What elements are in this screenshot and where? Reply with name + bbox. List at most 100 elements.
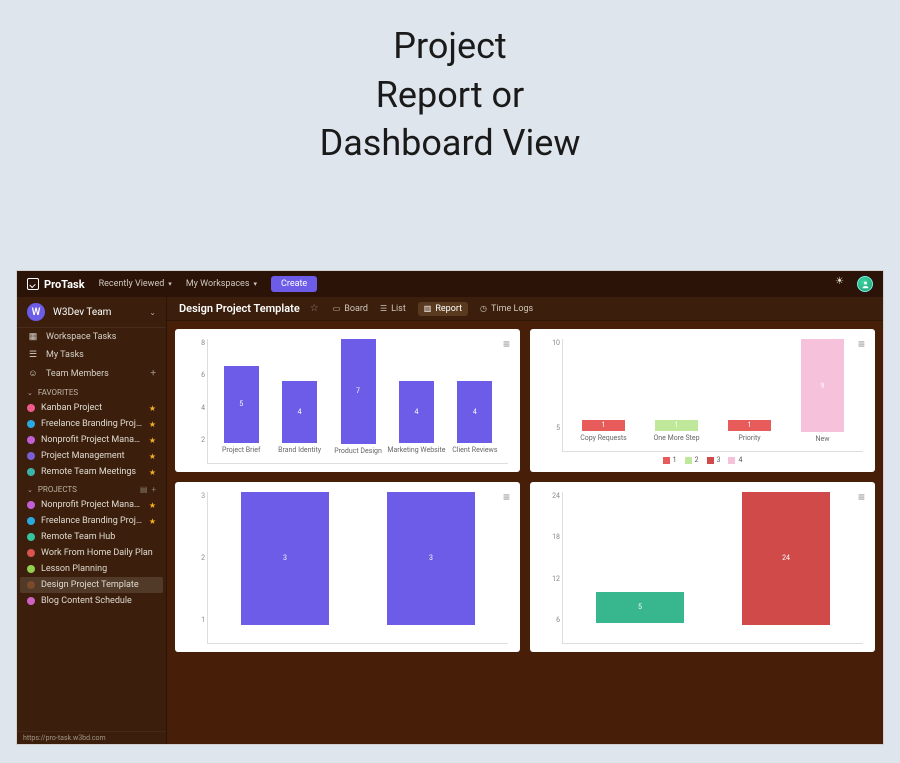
y-tick: 4 (187, 404, 205, 412)
theme-toggle-icon[interactable] (835, 278, 847, 290)
chart-plot: 2418126524 (542, 492, 863, 644)
project-row[interactable]: Project Management★ (17, 448, 166, 464)
bar-label: Copy Requests (580, 435, 627, 451)
y-tick: 24 (542, 492, 560, 500)
project-row[interactable]: Kanban Project★ (17, 400, 166, 416)
legend-item: 1 (663, 456, 677, 464)
report-icon: ▥ (424, 304, 432, 313)
star-icon: ★ (149, 420, 156, 429)
legend-item: 3 (707, 456, 721, 464)
tab-timelogs[interactable]: ◷Time Logs (480, 304, 533, 314)
project-color-dot (27, 404, 35, 412)
star-icon: ★ (149, 452, 156, 461)
y-axis: 2418126 (542, 492, 560, 624)
view-toolbar: Design Project Template ☆ ▭Board ☰List ▥… (167, 297, 883, 321)
tab-report[interactable]: ▥Report (418, 302, 468, 316)
project-name: Blog Content Schedule (41, 596, 156, 606)
status-url: https://pro-task.w3bd.com (23, 734, 106, 742)
hero-heading: Project Report or Dashboard View (0, 0, 900, 168)
project-color-dot (27, 597, 35, 605)
recently-viewed-menu[interactable]: Recently Viewed▾ (99, 279, 172, 289)
project-row[interactable]: Nonprofit Project Managem★ (17, 497, 166, 513)
bar-label: Client Reviews (452, 447, 497, 463)
chart-card-0: ≡ 86425Project Brief4Brand Identity7Prod… (175, 329, 520, 472)
hero-line-3: Dashboard View (320, 122, 581, 164)
user-avatar[interactable] (857, 276, 873, 292)
project-color-dot (27, 436, 35, 444)
bar-label: Project Brief (222, 447, 260, 463)
projects-section-header[interactable]: ⌄ PROJECTS ▤ + (17, 480, 166, 497)
legend-item: 4 (728, 456, 742, 464)
bar: 1 (728, 420, 772, 431)
project-row[interactable]: Lesson Planning (17, 561, 166, 577)
bar-label: One More Step (653, 435, 699, 451)
y-tick: 1 (187, 616, 205, 624)
project-color-dot (27, 501, 35, 509)
bar-group: 1 Copy Requests (567, 339, 640, 451)
project-row[interactable]: Freelance Branding Project★ (17, 416, 166, 432)
y-tick: 3 (187, 492, 205, 500)
grid-icon: ▦ (27, 332, 39, 342)
add-project-icon[interactable]: + (151, 485, 156, 494)
bar-group: 5Project Brief (212, 339, 270, 463)
project-name: Nonprofit Project Managem (41, 500, 145, 510)
project-color-dot (27, 533, 35, 541)
project-name: Design Project Template (41, 580, 156, 590)
bar-label: New (816, 436, 830, 451)
chart-card-1: ≡ 1051Copy Requests1One More Step1Priori… (530, 329, 875, 472)
sidebar-item-workspace-tasks[interactable]: ▦ Workspace Tasks (17, 328, 166, 346)
project-row[interactable]: Remote Team Meetings★ (17, 464, 166, 480)
sidebar-item-team-members[interactable]: ☺ Team Members + (17, 364, 166, 383)
project-row[interactable]: Nonprofit Project Managem ★ (17, 432, 166, 448)
project-name: Remote Team Hub (41, 532, 156, 542)
sidebar-item-my-tasks[interactable]: ☰ My Tasks (17, 346, 166, 364)
project-name: Nonprofit Project Managem (41, 435, 145, 445)
chevron-down-icon: ▾ (253, 280, 257, 288)
chart-card-3: ≡ 2418126524 (530, 482, 875, 652)
bar: 7 (341, 339, 376, 444)
project-row[interactable]: Design Project Template (20, 577, 163, 593)
y-tick: 2 (187, 436, 205, 444)
logo-icon (27, 278, 39, 290)
brand[interactable]: ProTask (27, 278, 85, 291)
projects-grid-icon[interactable]: ▤ (140, 485, 148, 494)
star-icon: ★ (149, 436, 156, 445)
favorite-star-icon[interactable]: ☆ (310, 303, 319, 314)
bar: 1 (582, 420, 626, 431)
page-title: Design Project Template (179, 302, 300, 315)
project-row[interactable]: Freelance Branding Project ★ (17, 513, 166, 529)
add-member-icon[interactable]: + (150, 368, 156, 379)
chart-plot: 32133 (187, 492, 508, 644)
bar: 1 (655, 420, 699, 431)
project-color-dot (27, 565, 35, 573)
person-icon: ☺ (27, 368, 39, 379)
create-button[interactable]: Create (271, 276, 317, 292)
chart-card-2: ≡ 32133 (175, 482, 520, 652)
project-row[interactable]: Remote Team Hub (17, 529, 166, 545)
star-icon: ★ (149, 517, 156, 526)
chevron-down-icon: ⌄ (27, 389, 33, 397)
favorites-section-header[interactable]: ⌄ FAVORITES (17, 383, 166, 400)
bar: 24 (742, 492, 830, 625)
bar: 9 (801, 339, 845, 432)
plot-area: 33 (207, 492, 508, 644)
bar-group: 4Client Reviews (446, 339, 504, 463)
plot-area: 524 (562, 492, 863, 644)
legend-item: 2 (685, 456, 699, 464)
projects-list: Nonprofit Project Managem★Freelance Bran… (17, 497, 166, 609)
tab-list[interactable]: ☰List (380, 304, 406, 314)
list-icon: ☰ (380, 304, 387, 313)
project-row[interactable]: Blog Content Schedule (17, 593, 166, 609)
bar-label: Brand Identity (278, 447, 321, 463)
plot-area: 5Project Brief4Brand Identity7Product De… (207, 339, 508, 464)
clock-icon: ◷ (480, 304, 487, 313)
y-tick: 18 (542, 533, 560, 541)
project-name: Freelance Branding Project (41, 516, 145, 526)
bar-group: 5 (567, 492, 713, 643)
workspace-switcher[interactable]: W W3Dev Team ⌄ (17, 297, 166, 328)
tab-board[interactable]: ▭Board (333, 304, 368, 314)
project-row[interactable]: Work From Home Daily Plan (17, 545, 166, 561)
bar-group: 3 (212, 492, 358, 643)
my-workspaces-menu[interactable]: My Workspaces▾ (186, 279, 257, 289)
bar: 3 (387, 492, 475, 625)
